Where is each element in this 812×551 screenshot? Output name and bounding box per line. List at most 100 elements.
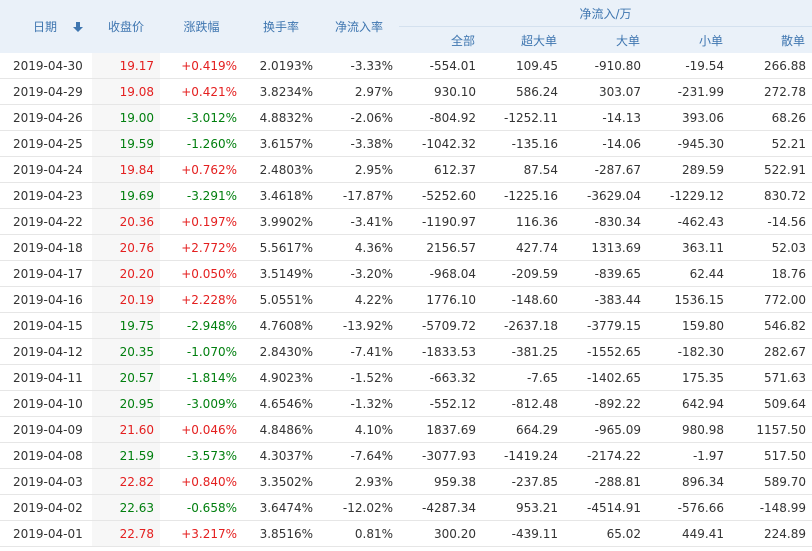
cell-turnover: 2.0193%	[243, 53, 319, 79]
cell-turnover: 3.9902%	[243, 208, 319, 235]
cell-net-inflow-small: 642.94	[647, 390, 730, 417]
cell-turnover: 4.3037%	[243, 442, 319, 469]
cell-net-inflow-small: 449.41	[647, 520, 730, 547]
cell-net-inflow-small: 896.34	[647, 468, 730, 495]
cell-net-inflow-small: -182.30	[647, 338, 730, 365]
table-row: 2019-04-09 21.60 +0.046% 4.8486% 4.10% 1837.6…	[0, 416, 812, 443]
table-row: 2019-04-12 20.35 -1.070% 2.8430% -7.41% -1833…	[0, 338, 812, 365]
cell-date: 2019-04-23	[0, 182, 92, 209]
cell-net-inflow-all: -554.01	[399, 53, 482, 79]
cell-net-inflow-all: -1042.32	[399, 130, 482, 157]
cell-net-inflow-large: -3779.15	[564, 312, 647, 339]
cell-net-inflow-large: -14.06	[564, 130, 647, 157]
table-body: 2019-04-30 19.17 +0.419% 2.0193% -3.33% -554.…	[0, 53, 812, 547]
cell-change: -3.012%	[160, 104, 243, 131]
table-header: 日期 收盘价 涨跌幅 换手率 净流入率 净流入/万 全部 超大单 大单 小单 散…	[0, 0, 812, 53]
header-net-inflow-rate[interactable]: 净流入率	[319, 0, 399, 53]
header-change[interactable]: 涨跌幅	[160, 0, 243, 53]
cell-net-inflow-rate: -12.02%	[319, 494, 399, 521]
cell-net-inflow-rate: 4.10%	[319, 416, 399, 443]
cell-turnover: 3.8234%	[243, 78, 319, 105]
cell-net-inflow-large: -383.44	[564, 286, 647, 313]
cell-net-inflow-small: -1229.12	[647, 182, 730, 209]
cell-turnover: 5.5617%	[243, 234, 319, 261]
header-small[interactable]: 小单	[647, 26, 730, 53]
cell-net-inflow-super-large: 116.36	[482, 208, 564, 235]
cell-change: -3.573%	[160, 442, 243, 469]
cell-turnover: 3.5149%	[243, 260, 319, 287]
cell-net-inflow-all: -5252.60	[399, 182, 482, 209]
cell-net-inflow-large: -288.81	[564, 468, 647, 495]
table-row: 2019-04-26 19.00 -3.012% 4.8832% -2.06% -804.…	[0, 104, 812, 131]
table-row: 2019-04-15 19.75 -2.948% 4.7608% -13.92% -570…	[0, 312, 812, 339]
table-row: 2019-04-01 22.78 +3.217% 3.8516% 0.81% 300.20…	[0, 520, 812, 547]
cell-net-inflow-retail: 1157.50	[730, 416, 812, 443]
cell-net-inflow-rate: -1.52%	[319, 364, 399, 391]
cell-net-inflow-rate: -7.41%	[319, 338, 399, 365]
cell-net-inflow-super-large: -1225.16	[482, 182, 564, 209]
cell-net-inflow-rate: -1.32%	[319, 390, 399, 417]
cell-net-inflow-retail: 68.26	[730, 104, 812, 131]
cell-net-inflow-small: -231.99	[647, 78, 730, 105]
arrow-down-icon	[73, 22, 84, 32]
table-row: 2019-04-02 22.63 -0.658% 3.6474% -12.02% -428…	[0, 494, 812, 521]
cell-net-inflow-rate: -17.87%	[319, 182, 399, 209]
cell-date: 2019-04-15	[0, 312, 92, 339]
cell-net-inflow-all: 2156.57	[399, 234, 482, 261]
cell-net-inflow-large: -892.22	[564, 390, 647, 417]
cell-net-inflow-large: -287.67	[564, 156, 647, 183]
header-close[interactable]: 收盘价	[92, 0, 160, 53]
cell-net-inflow-super-large: -209.59	[482, 260, 564, 287]
cell-turnover: 4.8486%	[243, 416, 319, 443]
cell-net-inflow-small: 393.06	[647, 104, 730, 131]
cell-turnover: 3.6157%	[243, 130, 319, 157]
cell-net-inflow-large: -839.65	[564, 260, 647, 287]
header-turnover[interactable]: 换手率	[243, 0, 319, 53]
cell-close: 22.82	[92, 468, 160, 495]
cell-date: 2019-04-16	[0, 286, 92, 313]
cell-date: 2019-04-29	[0, 78, 92, 105]
cell-net-inflow-small: -576.66	[647, 494, 730, 521]
cell-net-inflow-super-large: -381.25	[482, 338, 564, 365]
cell-net-inflow-rate: 2.95%	[319, 156, 399, 183]
cell-net-inflow-all: -663.32	[399, 364, 482, 391]
cell-net-inflow-all: 1837.69	[399, 416, 482, 443]
cell-net-inflow-large: -2174.22	[564, 442, 647, 469]
cell-close: 20.35	[92, 338, 160, 365]
cell-net-inflow-all: -3077.93	[399, 442, 482, 469]
cell-turnover: 4.8832%	[243, 104, 319, 131]
cell-net-inflow-super-large: -135.16	[482, 130, 564, 157]
cell-turnover: 5.0551%	[243, 286, 319, 313]
table-row: 2019-04-18 20.76 +2.772% 5.5617% 4.36% 2156.5…	[0, 234, 812, 261]
cell-close: 19.00	[92, 104, 160, 131]
cell-net-inflow-all: -1190.97	[399, 208, 482, 235]
header-date[interactable]: 日期	[0, 0, 92, 53]
cell-net-inflow-rate: -7.64%	[319, 442, 399, 469]
table-row: 2019-04-17 20.20 +0.050% 3.5149% -3.20% -968.…	[0, 260, 812, 287]
cell-net-inflow-rate: 4.36%	[319, 234, 399, 261]
cell-change: -1.814%	[160, 364, 243, 391]
header-large[interactable]: 大单	[564, 26, 647, 53]
table-row: 2019-04-25 19.59 -1.260% 3.6157% -3.38% -1042…	[0, 130, 812, 157]
cell-close: 20.95	[92, 390, 160, 417]
header-all[interactable]: 全部	[399, 26, 482, 53]
table-row: 2019-04-29 19.08 +0.421% 3.8234% 2.97% 930.10…	[0, 78, 812, 105]
cell-net-inflow-rate: 4.22%	[319, 286, 399, 313]
cell-net-inflow-rate: 0.81%	[319, 520, 399, 547]
cell-close: 22.63	[92, 494, 160, 521]
header-super-large[interactable]: 超大单	[482, 26, 564, 53]
cell-date: 2019-04-08	[0, 442, 92, 469]
cell-close: 19.17	[92, 53, 160, 79]
cell-net-inflow-small: -19.54	[647, 53, 730, 79]
cell-close: 20.76	[92, 234, 160, 261]
cell-net-inflow-large: 303.07	[564, 78, 647, 105]
cell-net-inflow-small: -1.97	[647, 442, 730, 469]
cell-net-inflow-retail: 589.70	[730, 468, 812, 495]
cell-net-inflow-retail: 571.63	[730, 364, 812, 391]
cell-net-inflow-large: -1402.65	[564, 364, 647, 391]
cell-date: 2019-04-01	[0, 520, 92, 547]
cell-net-inflow-large: -1552.65	[564, 338, 647, 365]
cell-net-inflow-super-large: -7.65	[482, 364, 564, 391]
header-retail[interactable]: 散单	[730, 26, 812, 53]
cell-date: 2019-04-02	[0, 494, 92, 521]
